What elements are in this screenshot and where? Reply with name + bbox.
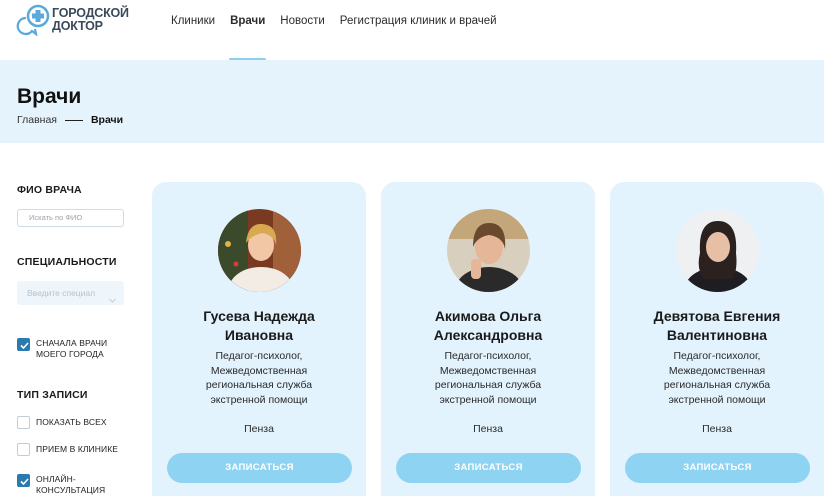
filter-name-label: ФИО ВРАЧА	[17, 184, 82, 196]
nav-news[interactable]: Новости	[280, 15, 325, 61]
specialty-select[interactable]: Введите специал	[17, 281, 124, 305]
city-first-checkbox[interactable]	[17, 338, 30, 351]
doctor-city: Пенза	[244, 423, 274, 435]
doctor-name-line-1: Гусева Надежда	[203, 308, 315, 324]
site-header: ГОРОДСКОЙ ДОКТОР Клиники Врачи Новости Р…	[0, 0, 824, 61]
doctor-name-line-2: Александровна	[433, 327, 543, 343]
doctor-role-line: региональная служба	[434, 379, 542, 391]
doctor-avatar	[676, 209, 759, 292]
doctor-role-line: Педагог-психолог,	[673, 350, 761, 362]
filter-type-label: ТИП ЗАПИСИ	[17, 389, 88, 401]
doctor-role-line: экстренной помощи	[668, 393, 766, 406]
doctor-name-line-1: Девятова Евгения	[653, 308, 781, 324]
doctor-role-line: Педагог-психолог,	[444, 350, 532, 362]
breadcrumb-home-link[interactable]: Главная	[17, 114, 57, 126]
city-first-checkbox-row[interactable]: Сначала врачи моего города	[17, 338, 136, 359]
logo[interactable]: ГОРОДСКОЙ ДОКТОР	[16, 4, 134, 37]
doctor-name[interactable]: Гусева Надежда Ивановна	[152, 307, 366, 345]
chevron-down-icon	[109, 289, 116, 303]
filter-specialty-label: СПЕЦИАЛЬНОСТИ	[17, 256, 117, 268]
doctor-card[interactable]: Акимова Ольга Александровна Педагог-псих…	[381, 182, 595, 496]
type-clinic-label: Прием в клинике	[36, 444, 119, 454]
book-appointment-button[interactable]: ЗАПИСАТЬСЯ	[625, 453, 810, 483]
doctor-avatar	[218, 209, 301, 292]
doctor-card[interactable]: Гусева Надежда Ивановна Педагог-психолог…	[152, 182, 366, 496]
type-clinic-row[interactable]: Прием в клинике	[17, 443, 118, 456]
book-appointment-button[interactable]: ЗАПИСАТЬСЯ	[167, 453, 352, 483]
doctor-role-line: экстренной помощи	[439, 393, 537, 406]
nav-clinics[interactable]: Клиники	[171, 15, 215, 61]
type-all-label: Показать всех	[36, 417, 107, 427]
doctor-avatar	[447, 209, 530, 292]
page-title: Врачи	[17, 85, 82, 108]
doctor-role-line: экстренной помощи	[210, 393, 308, 406]
doctor-name-line-2: Ивановна	[224, 327, 294, 343]
doctor-name-line-2: Валентиновна	[666, 327, 768, 343]
doctor-role-line: региональная служба	[663, 379, 771, 391]
medical-cross-logo-icon	[16, 4, 50, 37]
type-all-row[interactable]: Показать всех	[17, 416, 107, 429]
type-online-row[interactable]: Онлайн-консультация	[17, 474, 116, 495]
doctor-city: Пенза	[702, 423, 732, 435]
doctor-role-line: Межведомственная	[439, 364, 537, 377]
doctor-role: Педагог-психолог, Межведомственная регио…	[152, 349, 366, 407]
doctor-role: Педагог-психолог, Межведомственная регио…	[381, 349, 595, 407]
type-clinic-checkbox[interactable]	[17, 443, 30, 456]
city-first-label: Сначала врачи моего города	[36, 338, 108, 359]
type-all-checkbox[interactable]	[17, 416, 30, 429]
nav-doctors[interactable]: Врачи	[229, 15, 267, 61]
breadcrumb-separator	[64, 119, 83, 121]
doctor-name-search-input[interactable]: Искать по ФИО	[17, 209, 124, 227]
doctor-role-line: Межведомственная	[210, 364, 308, 377]
title-band	[0, 60, 824, 143]
doctor-name-line-1: Акимова Ольга	[434, 308, 542, 324]
doctor-role-line: Межведомственная	[668, 364, 766, 377]
doctor-name[interactable]: Акимова Ольга Александровна	[381, 307, 595, 345]
doctor-name[interactable]: Девятова Евгения Валентиновна	[610, 307, 824, 345]
doctor-role-line: региональная служба	[205, 379, 313, 391]
specialty-select-placeholder: Введите специал	[27, 288, 96, 298]
type-online-checkbox[interactable]	[17, 474, 30, 487]
breadcrumb: Главная Врачи	[17, 114, 123, 126]
logo-line-2: ДОКТОР	[52, 19, 103, 33]
book-appointment-button[interactable]: ЗАПИСАТЬСЯ	[396, 453, 581, 483]
breadcrumb-current: Врачи	[90, 114, 124, 126]
type-online-label: Онлайн-консультация	[36, 474, 106, 495]
doctor-card[interactable]: Девятова Евгения Валентиновна Педагог-пс…	[610, 182, 824, 496]
doctor-role-line: Педагог-психолог,	[215, 350, 303, 362]
main-nav: Клиники Врачи Новости Регистрация клиник…	[171, 15, 512, 61]
nav-registration[interactable]: Регистрация клиник и врачей	[340, 15, 497, 61]
doctor-role: Педагог-психолог, Межведомственная регио…	[610, 349, 824, 407]
doctor-city: Пенза	[473, 423, 503, 435]
